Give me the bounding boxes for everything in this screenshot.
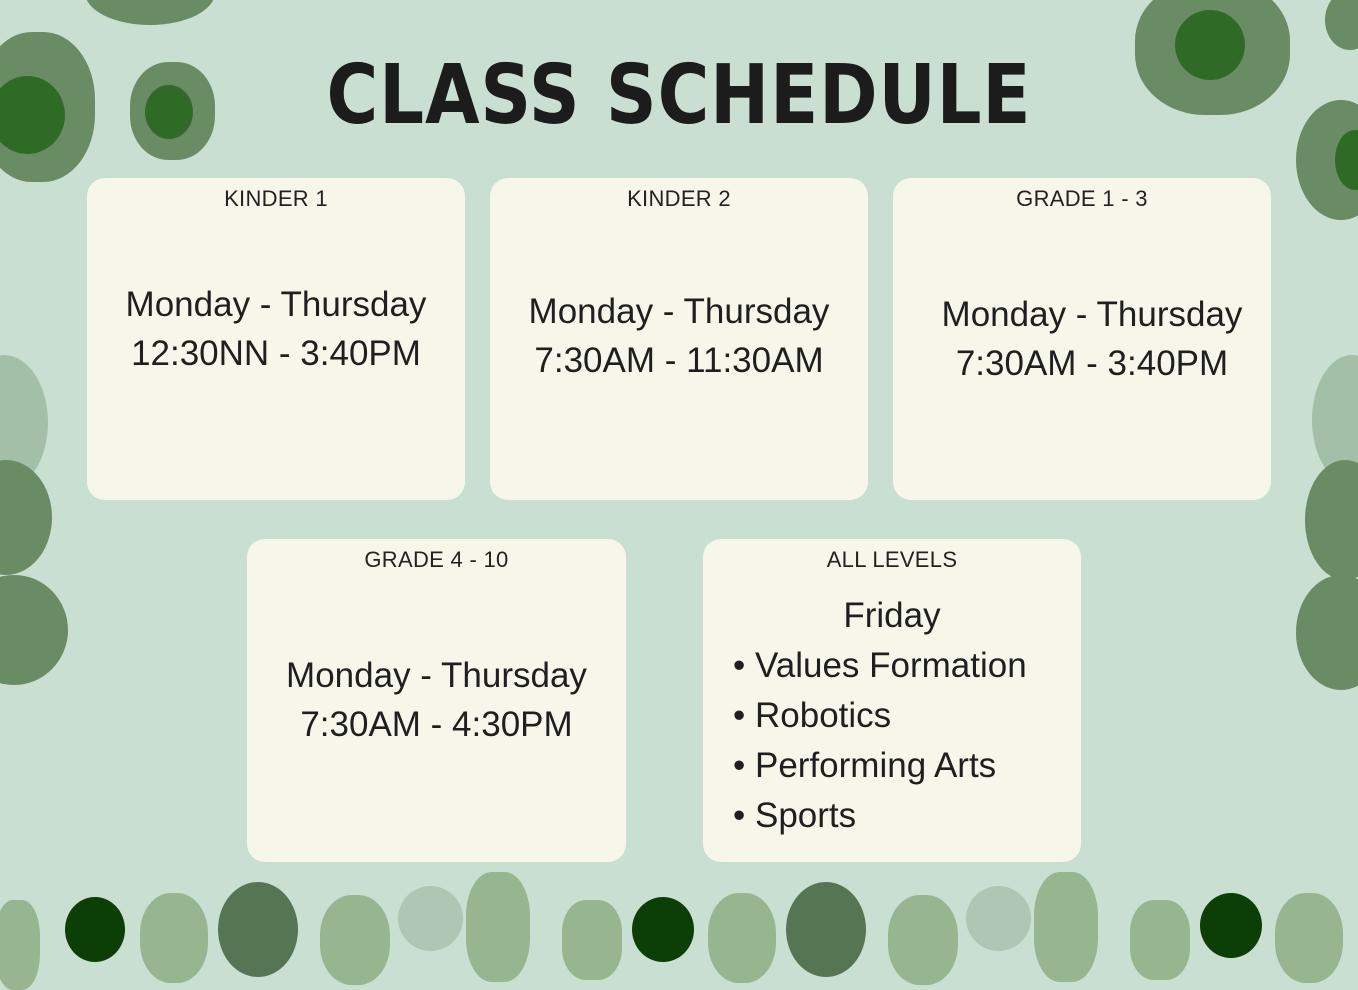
decor-blob (966, 886, 1031, 951)
card-heading: KINDER 1 (224, 186, 328, 211)
card-days: Monday - Thursday (286, 656, 587, 695)
decor-blob (708, 893, 776, 983)
card-heading: GRADE 1 - 3 (1016, 186, 1148, 211)
card-heading: GRADE 4 - 10 (364, 547, 509, 572)
decor-blob (140, 893, 208, 983)
schedule-card-kinder-1: KINDER 1 Monday - Thursday 12:30NN - 3:4… (87, 178, 465, 500)
decor-blob (888, 895, 958, 985)
schedule-card-grade-4-10: GRADE 4 - 10 Monday - Thursday 7:30AM - … (247, 539, 626, 862)
card-days: Monday - Thursday (125, 285, 427, 324)
list-item: Values Formation (733, 641, 1081, 691)
schedule-card-kinder-2: KINDER 2 Monday - Thursday 7:30AM - 11:3… (490, 178, 868, 500)
card-day: Friday (843, 596, 941, 635)
card-time: 7:30AM - 3:40PM (955, 344, 1229, 383)
schedule-card-grade-1-3: GRADE 1 - 3 Monday - Thursday 7:30AM - 3… (893, 178, 1271, 500)
decor-blob (218, 882, 298, 977)
decor-blob (1275, 893, 1343, 983)
card-time: 7:30AM - 11:30AM (534, 341, 824, 380)
card-time: 12:30NN - 3:40PM (131, 334, 421, 373)
decor-blob (1034, 872, 1098, 982)
decor-blob (1325, 0, 1358, 50)
schedule-card-all-levels: ALL LEVELS Friday Values Formation Robot… (703, 539, 1081, 862)
decor-blob (0, 460, 52, 575)
card-days: Monday - Thursday (528, 292, 830, 331)
decor-blob (786, 882, 866, 977)
list-item: Sports (733, 791, 1081, 841)
decor-blob (0, 900, 40, 990)
decor-blob (398, 886, 463, 951)
activity-list: Values Formation Robotics Performing Art… (703, 641, 1081, 841)
page-title: CLASS SCHEDULE (326, 48, 1032, 143)
decor-blob (1200, 893, 1262, 958)
decor-blob (0, 575, 68, 685)
card-heading: KINDER 2 (627, 186, 731, 211)
decor-blob (562, 900, 622, 980)
list-item: Performing Arts (733, 741, 1081, 791)
decor-blob (65, 897, 125, 962)
decor-blob (1296, 575, 1358, 690)
decor-blob (1305, 460, 1358, 580)
decor-blob (466, 872, 530, 982)
decor-blob (632, 897, 694, 962)
decor-blob (320, 895, 390, 985)
list-item: Robotics (733, 691, 1081, 741)
decor-blob (1130, 900, 1190, 980)
decor-blob (85, 0, 215, 25)
card-heading: ALL LEVELS (826, 547, 958, 572)
card-time: 7:30AM - 4:30PM (300, 705, 573, 744)
card-days: Monday - Thursday (941, 295, 1243, 334)
